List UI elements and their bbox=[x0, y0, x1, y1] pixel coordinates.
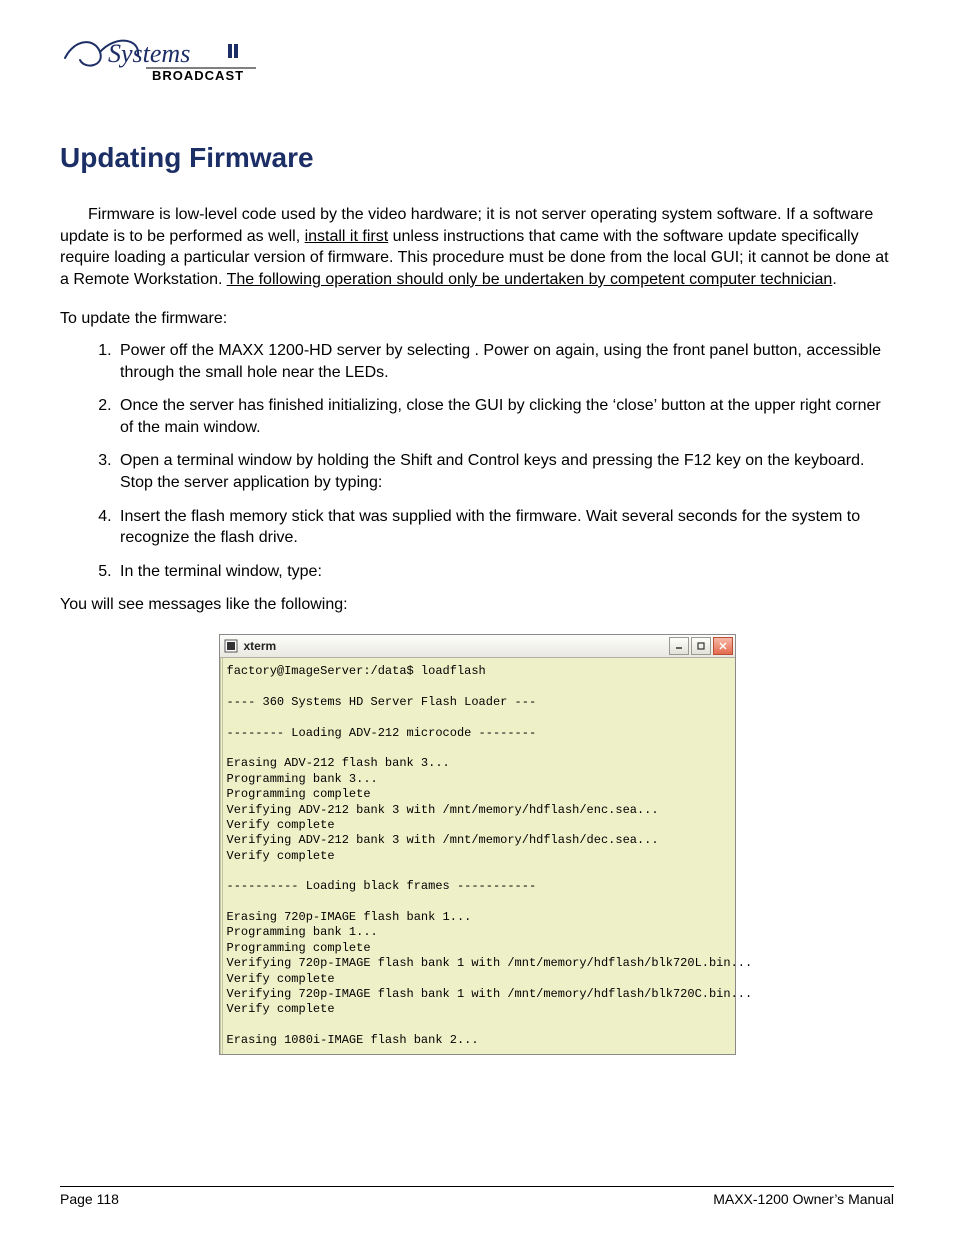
list-item: Power off the MAXX 1200-HD server by sel… bbox=[116, 340, 894, 383]
brand-logo: Systems BROADCAST bbox=[60, 30, 894, 92]
terminal-title: xterm bbox=[244, 639, 663, 653]
terminal-titlebar[interactable]: xterm bbox=[220, 635, 735, 658]
page-title: Updating Firmware bbox=[60, 142, 894, 174]
svg-text:BROADCAST: BROADCAST bbox=[152, 68, 244, 83]
close-button[interactable] bbox=[713, 637, 733, 655]
list-item: Once the server has finished initializin… bbox=[116, 395, 894, 438]
minimize-button[interactable] bbox=[669, 637, 689, 655]
maximize-button[interactable] bbox=[691, 637, 711, 655]
list-item: Insert the flash memory stick that was s… bbox=[116, 506, 894, 549]
svg-text:Systems: Systems bbox=[108, 39, 190, 68]
terminal-body[interactable]: factory@ImageServer:/data$ loadflash ---… bbox=[220, 658, 735, 1054]
steps-list: Power off the MAXX 1200-HD server by sel… bbox=[60, 340, 894, 582]
intro-text-post: . bbox=[832, 271, 836, 288]
intro-paragraph: Firmware is low-level code used by the v… bbox=[60, 204, 894, 290]
lead-text: To update the firmware: bbox=[60, 308, 894, 330]
list-item: In the terminal window, type: bbox=[116, 561, 894, 583]
after-text: You will see messages like the following… bbox=[60, 596, 894, 614]
terminal-window: xterm factory@ImageServer:/data$ loadfla… bbox=[219, 634, 736, 1055]
list-item: Open a terminal window by holding the Sh… bbox=[116, 450, 894, 493]
footer-page-number: Page 118 bbox=[60, 1191, 119, 1207]
terminal-icon bbox=[224, 639, 238, 653]
intro-underline-2: The following operation should only be u… bbox=[227, 271, 833, 288]
page-footer: Page 118 MAXX-1200 Owner’s Manual bbox=[60, 1186, 894, 1207]
terminal-output: factory@ImageServer:/data$ loadflash ---… bbox=[227, 664, 731, 1048]
footer-manual-title: MAXX-1200 Owner’s Manual bbox=[713, 1191, 894, 1207]
intro-underline-1: install it first bbox=[305, 228, 389, 245]
